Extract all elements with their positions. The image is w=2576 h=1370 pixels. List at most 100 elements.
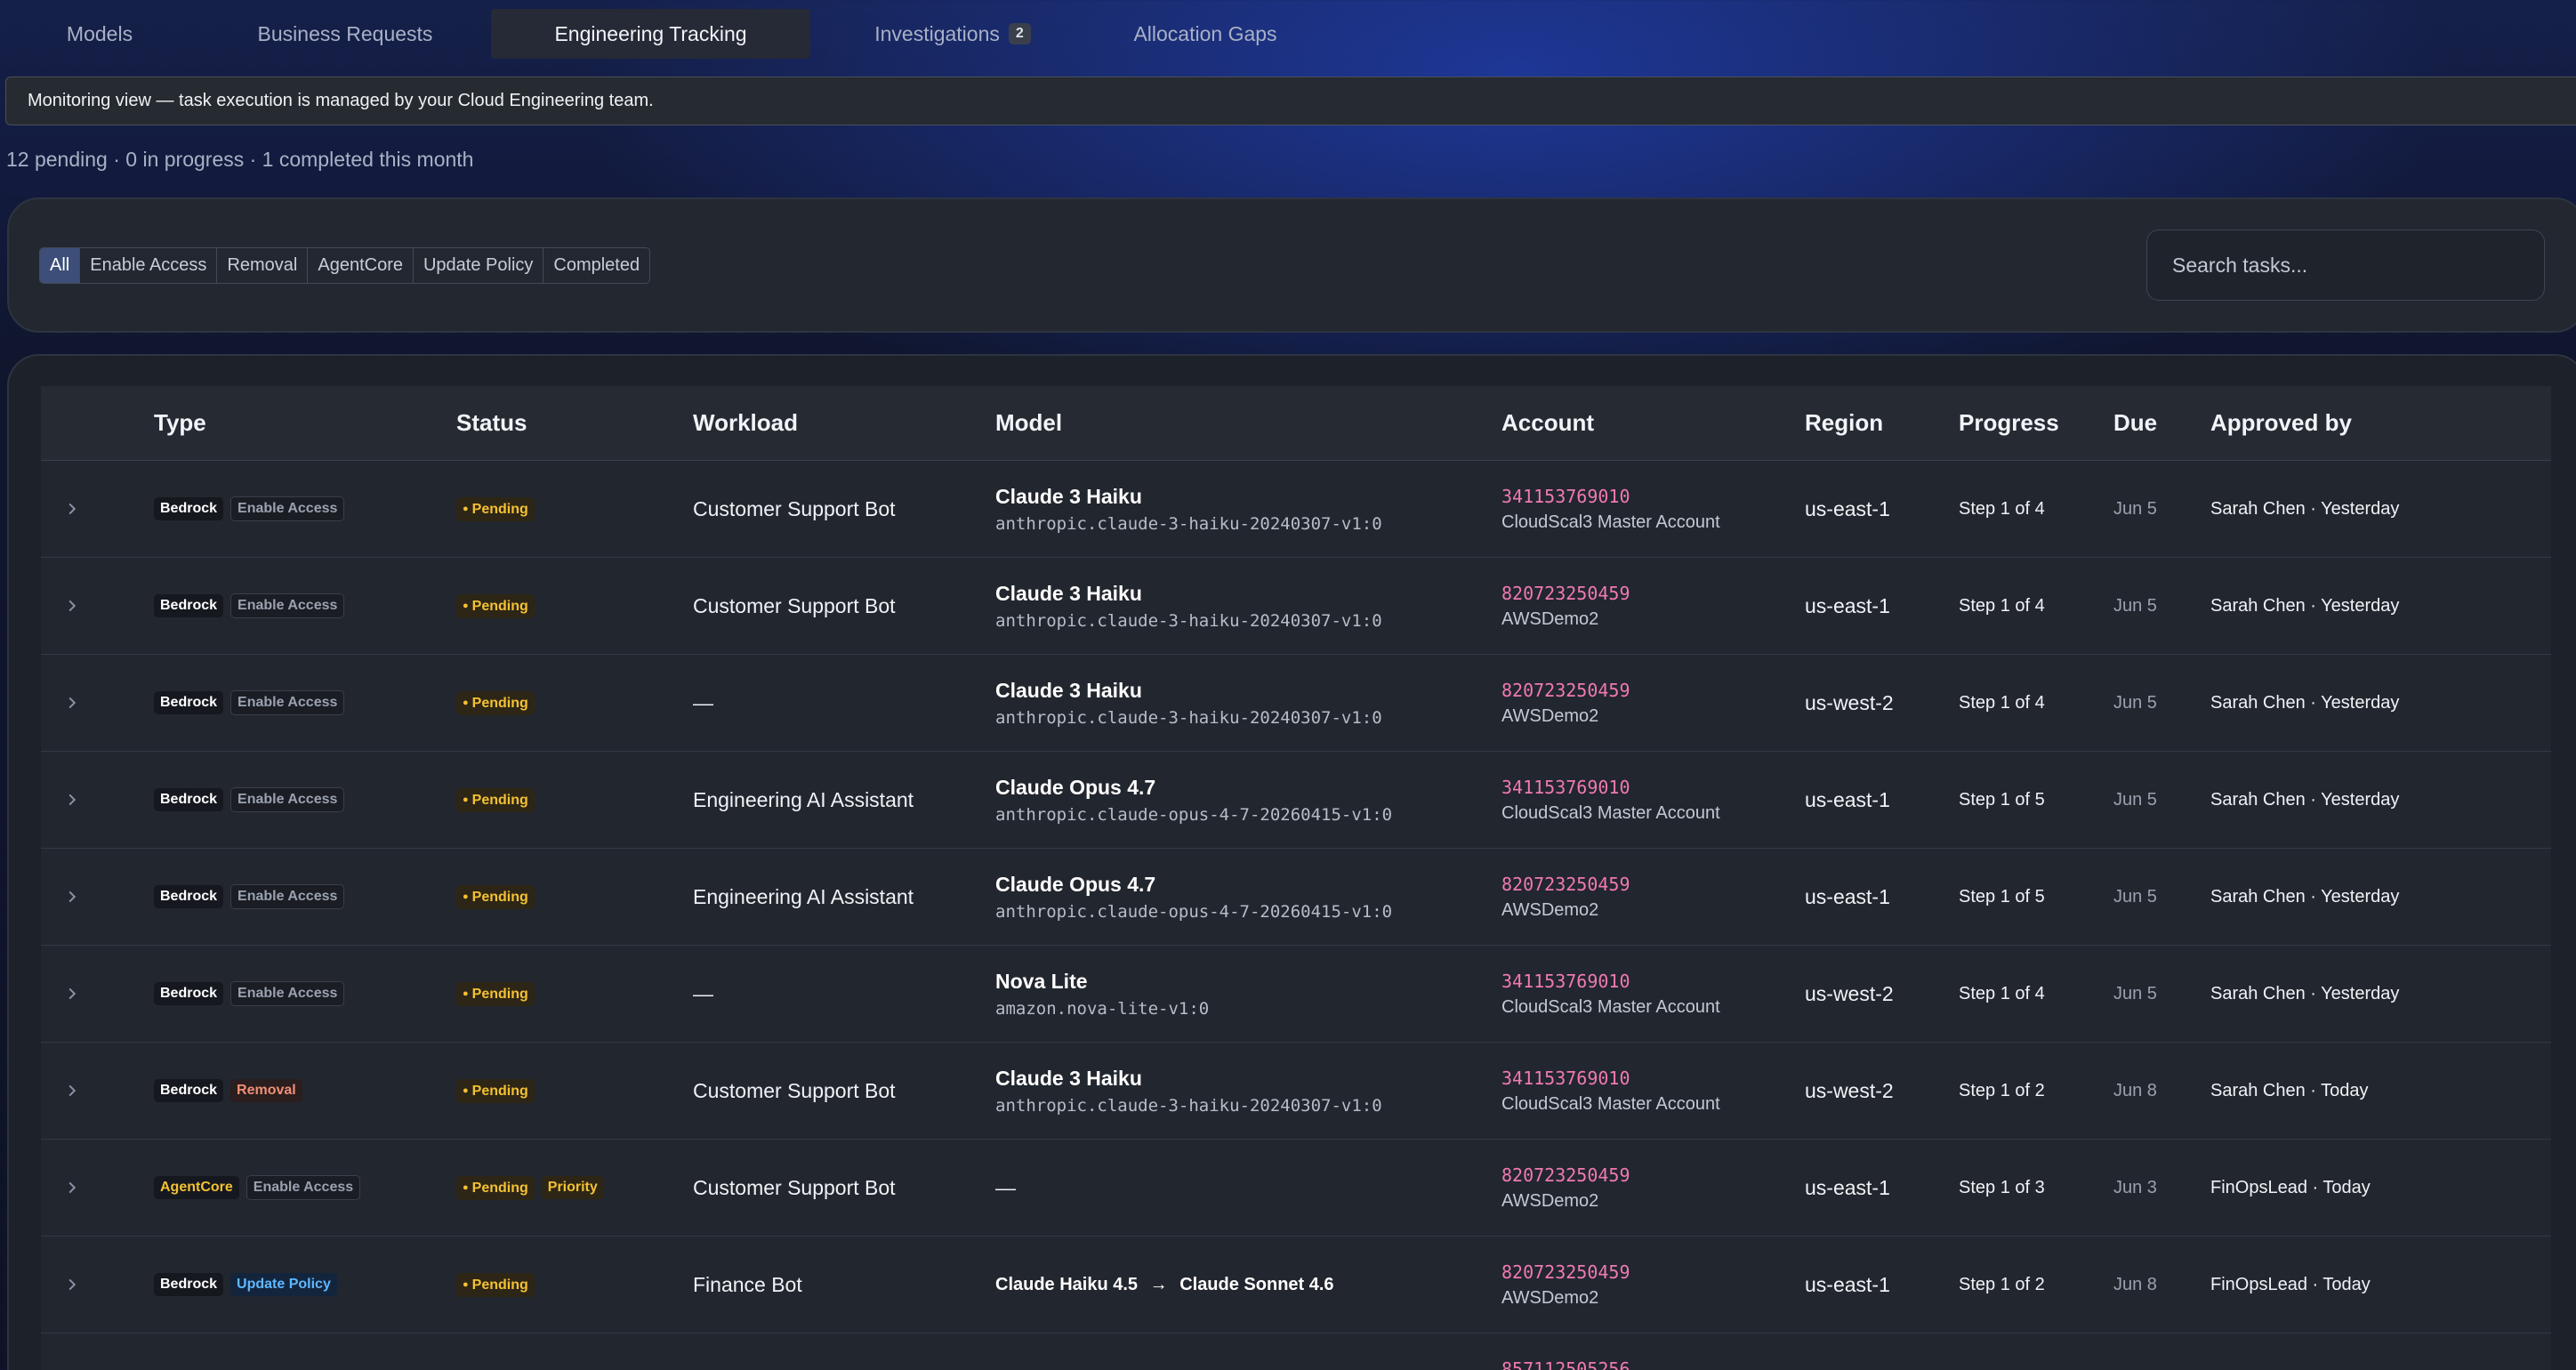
col-header-region[interactable]: Region — [1805, 409, 1883, 437]
expand-chevron-icon[interactable] — [66, 1043, 78, 1139]
approved-by-cell: FinOpsLead · Today — [2210, 1177, 2371, 1197]
tab-investigations[interactable]: Investigations 2 — [810, 9, 1095, 59]
model-id: anthropic.claude-3-haiku-20240307-v1:0 — [995, 610, 1382, 631]
type-cell: AgentCore Enable Access — [154, 1140, 367, 1236]
tab-allocation-gaps[interactable]: Allocation Gaps — [1095, 9, 1316, 59]
status-cell: Pending — [456, 752, 542, 848]
table-row[interactable]: Bedrock Removal Pending Customer Support Bo… — [41, 1043, 2551, 1140]
expand-chevron-icon[interactable] — [66, 752, 78, 848]
account-name: CloudScal3 Master Account — [1501, 512, 1720, 532]
col-header-due[interactable]: Due — [2113, 409, 2157, 437]
service-badge: Bedrock — [154, 1273, 224, 1296]
region-cell: us-east-1 — [1805, 1272, 1890, 1296]
account-id: 341153769010 — [1501, 1067, 1630, 1089]
status-badge: Pending — [456, 787, 535, 812]
filter-agentcore[interactable]: AgentCore — [308, 248, 414, 283]
count-badge: 2 — [1008, 23, 1031, 44]
model-id: anthropic.claude-3-haiku-20240307-v1:0 — [995, 707, 1382, 728]
progress-cell: Step 1 of 5 — [1959, 886, 2045, 907]
workload-cell: Customer Support Bot — [693, 496, 896, 520]
col-header-model[interactable]: Model — [995, 409, 1062, 437]
col-header-workload[interactable]: Workload — [693, 409, 798, 437]
account-id: 341153769010 — [1501, 485, 1630, 507]
model-to: Claude Sonnet 4.6 — [1179, 1274, 1334, 1294]
expand-chevron-icon[interactable] — [66, 849, 78, 945]
region-cell: us-east-1 — [1805, 593, 1890, 617]
type-cell: Bedrock Enable Access — [154, 461, 351, 557]
workload-cell: Finance Bot — [693, 1272, 802, 1296]
filter-update-policy[interactable]: Update Policy — [414, 248, 544, 283]
search-input[interactable] — [2172, 253, 2544, 278]
account-cell: 820723250459 AWSDemo2 — [1501, 655, 1630, 751]
status-cell: Pending — [456, 558, 542, 654]
table-row[interactable]: Bedrock Enable Access Pending Customer Supp… — [41, 558, 2551, 655]
table-header: Type Status Workload Model Account Regio… — [41, 386, 2551, 461]
model-name: Claude 3 Haiku — [995, 1066, 1142, 1090]
account-cell: 820723250459 AWSDemo2 — [1501, 1237, 1630, 1333]
expand-chevron-icon[interactable] — [66, 1140, 78, 1236]
tab-bar: Models Business Requests Engineering Tra… — [0, 9, 1316, 59]
col-header-type[interactable]: Type — [154, 409, 206, 437]
tab-models[interactable]: Models — [0, 9, 199, 59]
account-cell: 820723250459 AWSDemo2 — [1501, 1140, 1630, 1236]
table-row[interactable]: AgentCore Enable Access Pending Priority Cus… — [41, 1140, 2551, 1237]
table-row[interactable]: Bedrock Enable Access Pending — Nova Lite ama… — [41, 946, 2551, 1043]
table-row[interactable]: Bedrock Enable Access Pending Customer Supp… — [41, 461, 2551, 558]
service-badge: Bedrock — [154, 982, 224, 1005]
status-cell: Pending — [456, 655, 542, 751]
tab-business-requests[interactable]: Business Requests — [199, 9, 491, 59]
table-row[interactable]: 857112505256 — [41, 1334, 2551, 1370]
filter-completed[interactable]: Completed — [543, 248, 649, 283]
account-id: 820723250459 — [1501, 873, 1630, 895]
tab-engineering-tracking[interactable]: Engineering Tracking — [491, 9, 810, 59]
filter-removal[interactable]: Removal — [217, 248, 309, 283]
col-header-progress[interactable]: Progress — [1959, 409, 2059, 437]
table-row[interactable]: Bedrock Enable Access Pending Engineering A… — [41, 752, 2551, 849]
status-badge: Pending — [456, 593, 535, 618]
task-kind-badge: Enable Access — [230, 884, 345, 909]
expand-chevron-icon[interactable] — [66, 1334, 78, 1370]
table-row[interactable]: Bedrock Enable Access Pending Engineering A… — [41, 849, 2551, 946]
account-name: AWSDemo2 — [1501, 705, 1599, 726]
region-cell: us-west-2 — [1805, 690, 1894, 714]
due-date-cell: Jun 3 — [2113, 1177, 2157, 1197]
status-badge: Pending — [456, 1175, 535, 1200]
expand-chevron-icon[interactable] — [66, 655, 78, 751]
expand-chevron-icon[interactable] — [66, 461, 78, 557]
task-kind-badge: Enable Access — [230, 690, 345, 715]
workload-cell: Customer Support Bot — [693, 1078, 896, 1102]
model-cell: Claude Opus 4.7 anthropic.claude-opus-4-7… — [995, 849, 1392, 945]
account-id: 820723250459 — [1501, 679, 1630, 701]
table-row[interactable]: Bedrock Update Policy Pending Finance Bot Cl… — [41, 1237, 2551, 1334]
approved-by-cell: Sarah Chen · Today — [2210, 1080, 2369, 1100]
expand-chevron-icon[interactable] — [66, 1237, 78, 1333]
type-cell: Bedrock Enable Access — [154, 752, 351, 848]
status-badge: Pending — [456, 884, 535, 909]
col-header-approved-by[interactable]: Approved by — [2210, 409, 2352, 437]
tab-label: Engineering Tracking — [554, 21, 747, 45]
service-badge: Bedrock — [154, 1079, 224, 1102]
filter-all[interactable]: All — [40, 248, 81, 283]
status-badge: Pending — [456, 981, 535, 1006]
col-header-status[interactable]: Status — [456, 409, 527, 437]
filter-enable-access[interactable]: Enable Access — [80, 248, 218, 283]
search-box — [2146, 230, 2545, 301]
account-id: 820723250459 — [1501, 582, 1630, 604]
expand-chevron-icon[interactable] — [66, 946, 78, 1042]
type-cell: Bedrock Enable Access — [154, 558, 351, 654]
expand-chevron-icon[interactable] — [66, 558, 78, 654]
monitoring-banner: Monitoring view — task execution is mana… — [5, 77, 2576, 125]
model-cell: Claude Haiku 4.5 → Claude Sonnet 4.6 — [995, 1237, 1334, 1333]
status-cell: Pending — [456, 1043, 542, 1139]
account-name: AWSDemo2 — [1501, 1287, 1599, 1308]
model-cell: — — [995, 1175, 1016, 1199]
approved-by-cell: Sarah Chen · Yesterday — [2210, 595, 2400, 616]
progress-cell: Step 1 of 4 — [1959, 692, 2045, 713]
workload-cell: Engineering AI Assistant — [693, 787, 914, 811]
model-cell: Claude Opus 4.7 anthropic.claude-opus-4-7… — [995, 752, 1392, 848]
model-cell: Nova Lite amazon.nova-lite-v1:0 — [995, 946, 1209, 1042]
model-name: Claude Opus 4.7 — [995, 872, 1156, 896]
table-row[interactable]: Bedrock Enable Access Pending — Claude 3 Hai… — [41, 655, 2551, 752]
col-header-account[interactable]: Account — [1501, 409, 1594, 437]
account-cell: 820723250459 AWSDemo2 — [1501, 849, 1630, 945]
